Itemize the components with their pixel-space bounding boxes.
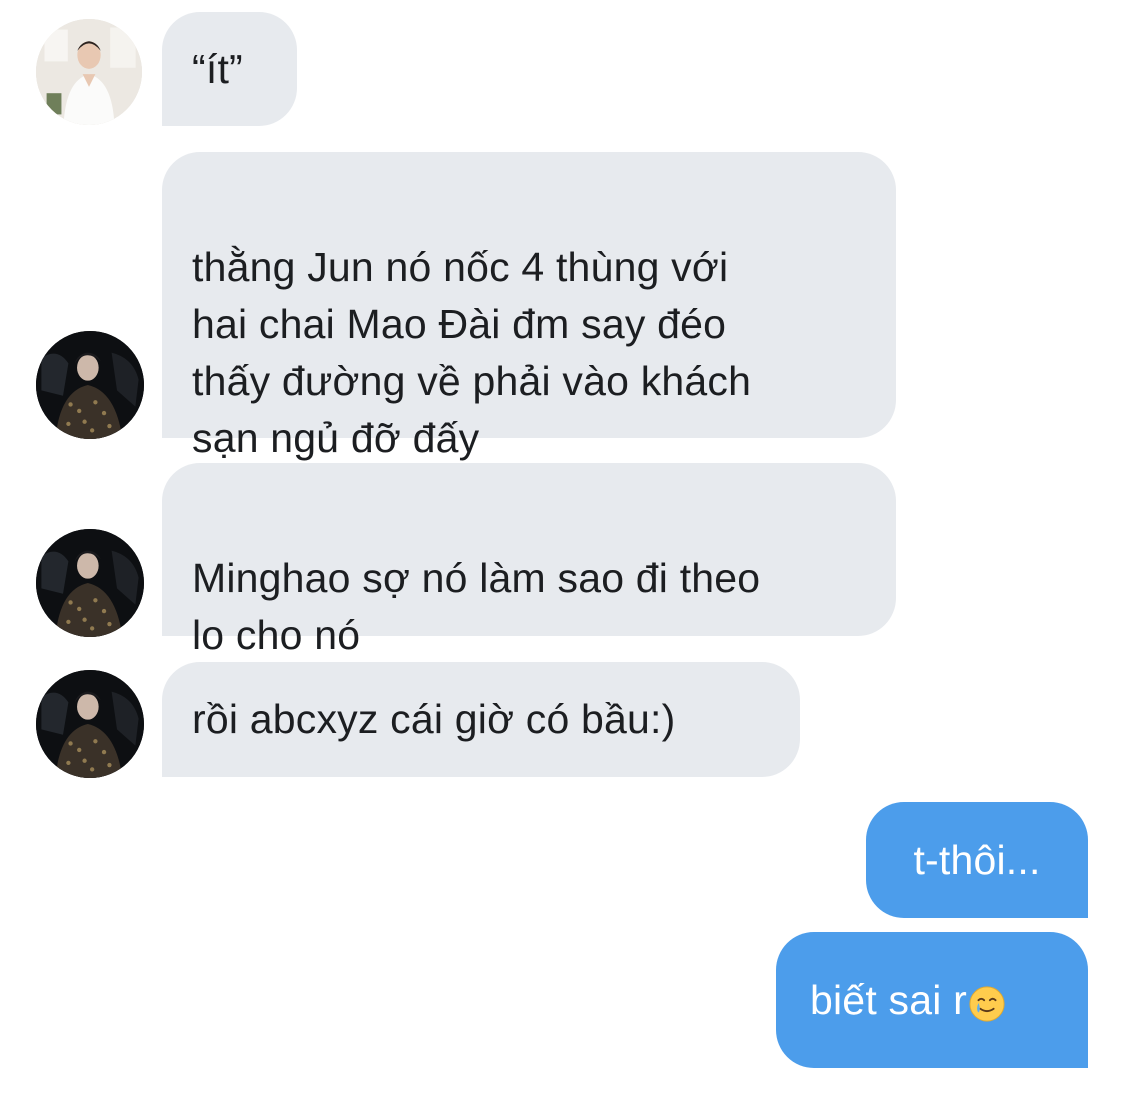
avatar[interactable] <box>36 529 144 637</box>
message-bubble[interactable]: “ít” <box>162 12 297 126</box>
message-bubble[interactable]: rồi abcxyz cái giờ có bầu:) <box>162 662 800 777</box>
message-text: “ít” <box>192 45 243 92</box>
message-bubble-outgoing[interactable]: biết sai r <box>776 932 1088 1068</box>
smiling-face-with-tear-icon <box>968 981 1006 1022</box>
message-text: t-thôi... <box>913 836 1041 883</box>
person-photo-icon <box>36 19 142 125</box>
message-text: thằng Jun nó nốc 4 thùng với hai chai Ma… <box>192 244 752 461</box>
avatar[interactable] <box>36 19 142 125</box>
avatar[interactable] <box>36 670 144 778</box>
avatar[interactable] <box>36 331 144 439</box>
message-text: rồi abcxyz cái giờ có bầu:) <box>192 696 676 742</box>
message-text: Minghao sợ nó làm sao đi theo lo cho nó <box>192 555 761 658</box>
message-bubble[interactable]: Minghao sợ nó làm sao đi theo lo cho nó <box>162 463 896 658</box>
person-photo-icon <box>36 529 144 637</box>
message-text: biết sai r <box>810 976 967 1023</box>
person-photo-icon <box>36 670 144 778</box>
message-bubble-outgoing[interactable]: t-thôi... <box>866 802 1088 918</box>
person-photo-icon <box>36 331 144 439</box>
message-bubble[interactable]: thằng Jun nó nốc 4 thùng với hai chai Ma… <box>162 152 896 461</box>
